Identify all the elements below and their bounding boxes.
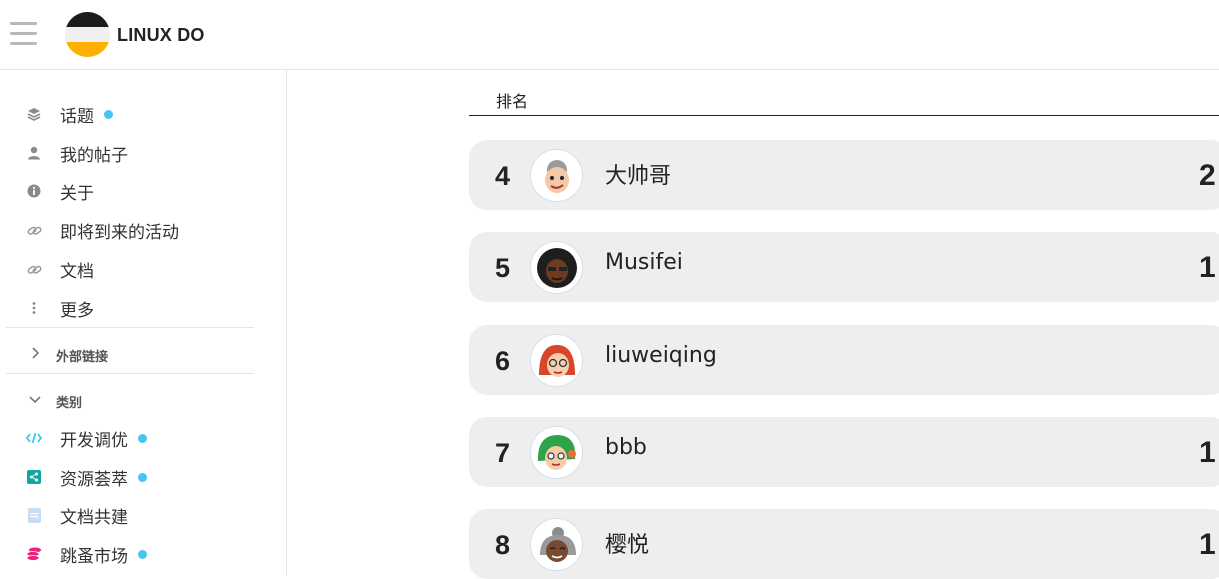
category-resources[interactable]: 资源荟萃 xyxy=(0,459,260,495)
leaderboard-row[interactable]: 8 樱悦 1 xyxy=(469,509,1219,579)
sidebar-item-topics[interactable]: 话题 xyxy=(0,96,260,132)
more-vertical-icon xyxy=(26,300,42,316)
rank-column-header[interactable]: 排名 xyxy=(496,88,528,112)
site-header: LINUX DO xyxy=(0,0,1219,70)
category-flea-market[interactable]: 跳蚤市场 xyxy=(0,536,260,572)
document-icon xyxy=(26,507,42,523)
leaderboard-row[interactable]: 5 Musifei 1 xyxy=(469,232,1219,302)
category-label: 开发调优 xyxy=(60,426,147,451)
rank-number: 4 xyxy=(495,161,511,191)
share-icon xyxy=(26,469,42,485)
hamburger-menu-icon[interactable] xyxy=(10,22,37,46)
unread-dot xyxy=(104,110,113,119)
info-icon xyxy=(26,183,42,199)
rank-number: 8 xyxy=(495,530,511,560)
unread-dot xyxy=(138,550,147,559)
leaderboard-row[interactable]: 4 大帅哥 2 xyxy=(469,140,1219,210)
leaderboard: 排名 4 大帅哥 2 5 Musifei 1 6 liuweiqing 7 bb… xyxy=(288,70,1219,579)
username[interactable]: Musifei xyxy=(605,250,683,275)
sidebar-divider xyxy=(6,327,254,328)
code-icon xyxy=(26,430,42,446)
section-label: 类别 xyxy=(56,396,83,411)
unread-dot xyxy=(138,434,147,443)
rank-number: 5 xyxy=(495,253,511,283)
section-label: 外部链接 xyxy=(56,350,109,365)
category-label: 文档共建 xyxy=(60,507,128,528)
leaderboard-row[interactable]: 6 liuweiqing xyxy=(469,325,1219,395)
rank-number: 7 xyxy=(495,438,511,468)
score: 1 xyxy=(1199,528,1216,561)
coins-icon xyxy=(26,546,42,562)
section-categories[interactable]: 类别 xyxy=(0,385,260,415)
avatar[interactable] xyxy=(530,241,583,294)
sidebar-item-more[interactable]: 更多 xyxy=(0,290,260,326)
avatar[interactable] xyxy=(530,518,583,571)
sidebar-item-label: 关于 xyxy=(60,183,94,204)
sidebar: 话题 我的帖子 关于 即将到来的活动 文档 更多 外部链接 类别 开发调优 资源… xyxy=(0,70,287,576)
sidebar-item-upcoming-events[interactable]: 即将到来的活动 xyxy=(0,212,260,248)
avatar[interactable] xyxy=(530,334,583,387)
user-icon xyxy=(26,145,42,161)
rank-number: 6 xyxy=(495,346,511,376)
section-external-links[interactable]: 外部链接 xyxy=(0,339,260,369)
username[interactable]: 大帅哥 xyxy=(605,158,671,190)
avatar[interactable] xyxy=(530,426,583,479)
username[interactable]: liuweiqing xyxy=(605,343,717,368)
link-icon xyxy=(26,222,42,238)
sidebar-item-docs[interactable]: 文档 xyxy=(0,251,260,287)
username[interactable]: bbb xyxy=(605,435,647,460)
sidebar-item-label: 话题 xyxy=(60,102,113,127)
category-doc-collab[interactable]: 文档共建 xyxy=(0,497,260,533)
username[interactable]: 樱悦 xyxy=(605,527,649,559)
sidebar-divider xyxy=(6,373,254,374)
avatar[interactable] xyxy=(530,149,583,202)
sidebar-item-my-posts[interactable]: 我的帖子 xyxy=(0,135,260,171)
unread-dot xyxy=(138,473,147,482)
sidebar-item-about[interactable]: 关于 xyxy=(0,173,260,209)
header-underline xyxy=(469,115,1219,116)
sidebar-item-label: 文档 xyxy=(60,261,94,282)
layers-icon xyxy=(26,106,42,122)
category-label: 资源荟萃 xyxy=(60,465,147,490)
chevron-right-icon xyxy=(28,346,42,360)
score: 1 xyxy=(1199,436,1216,469)
link-icon xyxy=(26,261,42,277)
sidebar-item-label: 即将到来的活动 xyxy=(60,222,179,243)
score: 2 xyxy=(1199,159,1216,192)
sidebar-item-label: 更多 xyxy=(60,300,94,321)
leaderboard-row[interactable]: 7 bbb 1 xyxy=(469,417,1219,487)
site-name[interactable]: LINUX DO xyxy=(117,25,205,46)
chevron-down-icon xyxy=(28,392,42,406)
sidebar-item-label: 我的帖子 xyxy=(60,145,128,166)
score: 1 xyxy=(1199,251,1216,284)
category-dev-tuning[interactable]: 开发调优 xyxy=(0,420,260,456)
site-logo[interactable] xyxy=(65,12,110,57)
category-label: 跳蚤市场 xyxy=(60,542,147,567)
